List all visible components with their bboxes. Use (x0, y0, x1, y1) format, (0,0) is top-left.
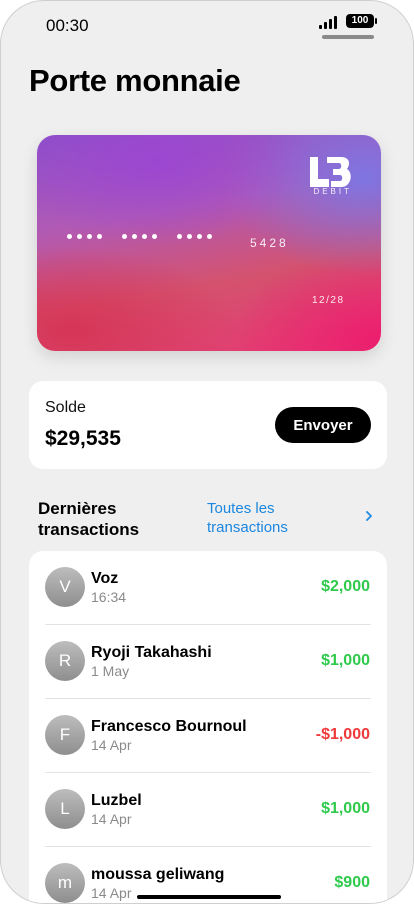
transaction-row[interactable]: R Ryoji Takahashi 1 May $1,000 (29, 625, 387, 699)
transactions-list: V Voz 16:34 $2,000 R Ryoji Takahashi 1 M… (29, 551, 387, 903)
transaction-date: 14 Apr (91, 737, 132, 753)
card-brand-sub: DEBIT (313, 187, 352, 196)
card-number-mask (67, 234, 212, 239)
all-transactions-link[interactable]: Toutes les transactions (207, 499, 327, 537)
card-last4: 5428 (250, 236, 289, 250)
debit-card[interactable]: DEBIT 5428 12/28 (37, 135, 381, 351)
transaction-name: Voz (91, 570, 119, 587)
home-indicator[interactable] (137, 895, 281, 899)
transaction-row[interactable]: L Luzbel 14 Apr $1,000 (29, 773, 387, 847)
transaction-date: 1 May (91, 663, 130, 679)
signal-icon (319, 15, 341, 29)
phone-screen: 00:30 100 Porte monnaie DEBIT 5428 12/28… (0, 0, 414, 904)
balance-panel: Solde $29,535 Envoyer (29, 381, 387, 469)
card-expiry: 12/28 (312, 295, 345, 306)
transaction-amount: $1,000 (321, 800, 370, 817)
transaction-amount: -$1,000 (315, 726, 370, 743)
status-time: 00:30 (46, 16, 89, 35)
transaction-name: Francesco Bournoul (91, 718, 247, 735)
avatar: m (45, 863, 85, 903)
avatar: V (45, 567, 85, 607)
page-title: Porte monnaie (29, 63, 241, 98)
avatar: R (45, 641, 85, 681)
transaction-amount: $900 (334, 874, 370, 891)
battery-icon: 100 (346, 14, 377, 28)
transaction-name: Luzbel (91, 792, 142, 809)
notch-indicator (322, 35, 374, 39)
card-brand-logo (310, 157, 351, 187)
transaction-row[interactable]: F Francesco Bournoul 14 Apr -$1,000 (29, 699, 387, 773)
transaction-amount: $2,000 (321, 578, 370, 595)
transaction-date: 14 Apr (91, 885, 132, 901)
balance-label: Solde (45, 399, 86, 416)
avatar: L (45, 789, 85, 829)
chevron-right-icon[interactable] (364, 509, 374, 523)
balance-value: $29,535 (45, 427, 121, 450)
transaction-date: 16:34 (91, 589, 127, 605)
send-button[interactable]: Envoyer (275, 407, 371, 443)
transactions-heading: Dernières transactions (38, 499, 140, 539)
status-bar: 00:30 100 (1, 1, 413, 49)
transaction-name: Ryoji Takahashi (91, 644, 212, 661)
transaction-row[interactable]: V Voz 16:34 $2,000 (29, 551, 387, 625)
transaction-amount: $1,000 (321, 652, 370, 669)
transaction-name: moussa geliwang (91, 866, 225, 883)
avatar: F (45, 715, 85, 755)
transaction-date: 14 Apr (91, 811, 132, 827)
